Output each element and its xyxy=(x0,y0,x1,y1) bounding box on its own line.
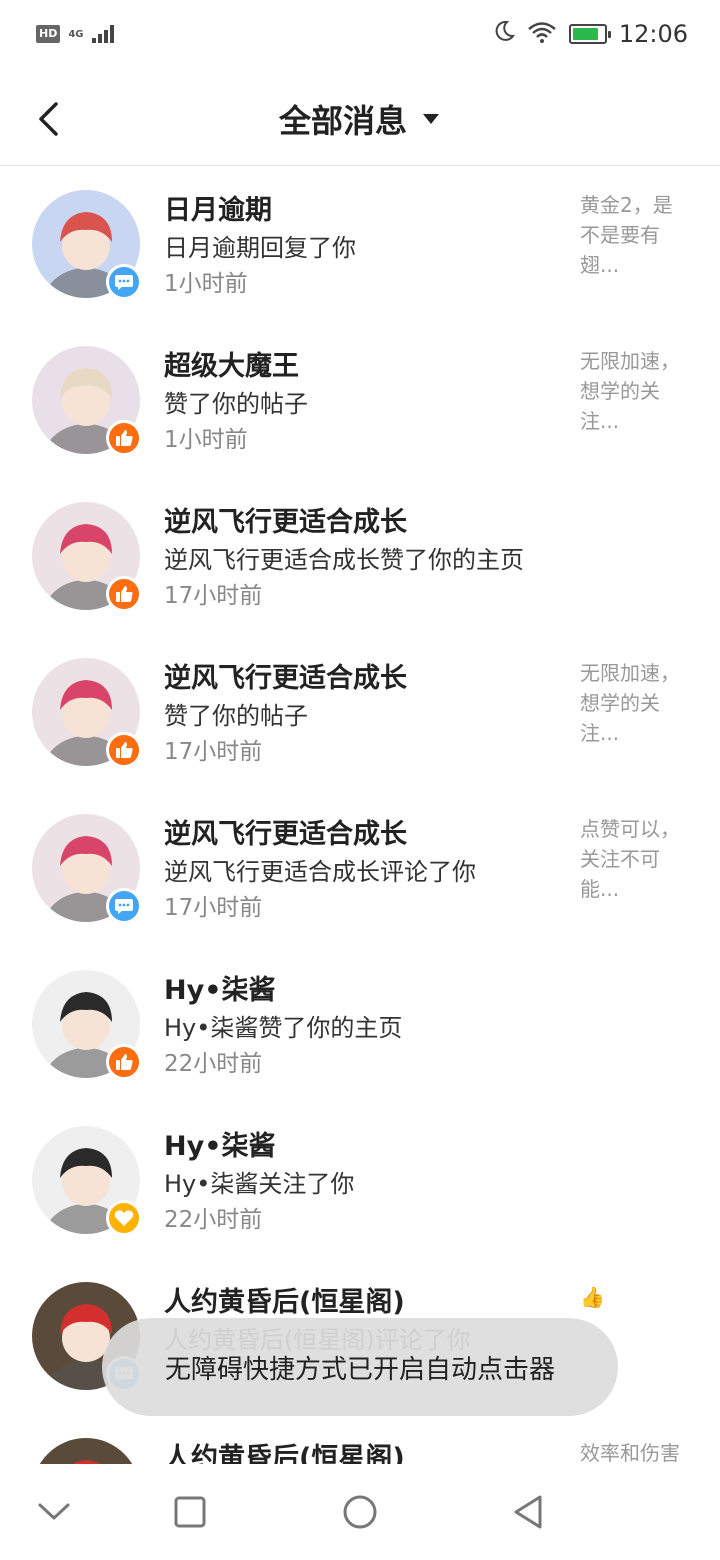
like-badge-icon xyxy=(106,576,142,612)
avatar[interactable] xyxy=(32,346,142,456)
hd-badge: HD xyxy=(36,25,61,43)
message-preview: 👍 xyxy=(580,1285,605,1309)
avatar[interactable] xyxy=(32,1126,142,1236)
do-not-disturb-icon xyxy=(493,20,515,48)
message-time: 17小时前 xyxy=(164,739,263,765)
caret-down-icon xyxy=(423,114,439,124)
sender-name: 逆风飞行更适合成长 xyxy=(164,507,407,538)
message-action: 逆风飞行更适合成长赞了你的主页 xyxy=(164,546,524,574)
home-icon xyxy=(343,1495,377,1529)
sender-name: 逆风飞行更适合成长 xyxy=(164,819,407,850)
status-bar: HD 4G 12:06 xyxy=(0,0,720,72)
message-list[interactable]: 日月逾期日月逾期回复了你 1小时前 黄金2，是不是要有翅... 超级大魔王赞了你的帖子… xyxy=(0,166,720,1464)
avatar[interactable] xyxy=(32,658,142,768)
like-badge-icon xyxy=(106,420,142,456)
avatar[interactable] xyxy=(32,970,142,1080)
like-badge-icon xyxy=(106,732,142,768)
message-action: 赞了你的帖子 xyxy=(164,390,308,418)
message-item[interactable]: 逆风飞行更适合成长逆风飞行更适合成长赞了你的主页 17小时前 xyxy=(0,478,720,634)
comment-badge-icon xyxy=(106,888,142,924)
nav-back-button[interactable] xyxy=(504,1488,552,1536)
status-time: 12:06 xyxy=(618,20,688,48)
sender-name: 逆风飞行更适合成长 xyxy=(164,663,407,694)
sender-name: 人约黄昏后(恒星阁) xyxy=(164,1443,405,1464)
wifi-icon xyxy=(527,21,557,47)
message-time: 17小时前 xyxy=(164,583,263,609)
message-preview: 效率和伤害 xyxy=(580,1441,680,1464)
toast-text: 无障碍快捷方式已开启自动点击器 xyxy=(164,1354,555,1385)
nav-home-button[interactable] xyxy=(336,1488,384,1536)
back-triangle-icon xyxy=(514,1495,542,1529)
message-item[interactable]: Hy•柒酱 Hy•柒酱关注了你 22小时前 xyxy=(0,1102,720,1258)
sender-name: Hy•柒酱 xyxy=(164,1131,276,1162)
message-item[interactable]: 日月逾期日月逾期回复了你 1小时前 黄金2，是不是要有翅... xyxy=(0,166,720,322)
message-action: Hy•柒酱赞了你的主页 xyxy=(164,1014,403,1042)
message-time: 1小时前 xyxy=(164,427,248,453)
avatar[interactable] xyxy=(32,814,142,924)
like-badge-icon xyxy=(106,1044,142,1080)
message-preview: 点赞可以，关注不可能... xyxy=(580,817,680,901)
sender-name: 人约黄昏后(恒星阁) xyxy=(164,1287,405,1318)
follow-badge-icon xyxy=(106,1200,142,1236)
message-item[interactable]: Hy•柒酱 Hy•柒酱赞了你的主页 22小时前 xyxy=(0,946,720,1102)
sender-name: 超级大魔王 xyxy=(164,351,299,382)
system-nav-bar xyxy=(0,1464,720,1560)
sender-name: Hy•柒酱 xyxy=(164,975,276,1006)
message-preview: 黄金2，是不是要有翅... xyxy=(580,193,673,277)
message-item[interactable]: 逆风飞行更适合成长 赞了你的帖子 17小时前 无限加速，想学的关注... xyxy=(0,634,720,790)
avatar-image xyxy=(32,1438,140,1464)
message-time: 1小时前 xyxy=(164,271,248,297)
message-item[interactable]: 人约黄昏后(恒星阁) 效率和伤害 xyxy=(0,1414,720,1464)
message-preview: 无限加速，想学的关注... xyxy=(580,349,680,433)
message-action: 逆风飞行更适合成长评论了你 xyxy=(164,858,476,886)
avatar[interactable] xyxy=(32,502,142,612)
recent-apps-icon xyxy=(174,1496,206,1528)
toast: 无障碍快捷方式已开启自动点击器 xyxy=(102,1318,618,1416)
avatar[interactable] xyxy=(32,1438,140,1464)
avatar[interactable] xyxy=(32,190,142,300)
comment-badge-icon xyxy=(106,264,142,300)
signal-icon xyxy=(91,25,114,43)
nav-collapse-button[interactable] xyxy=(30,1488,78,1536)
message-action: 赞了你的帖子 xyxy=(164,702,308,730)
chevron-down-icon xyxy=(38,1503,70,1520)
battery-icon xyxy=(568,24,611,44)
message-action: 日月逾期回复了你 xyxy=(164,234,356,262)
message-item[interactable]: 逆风飞行更适合成长逆风飞行更适合成长评论了你 17小时前 点赞可以，关注不可能... xyxy=(0,790,720,946)
message-time: 22小时前 xyxy=(164,1051,263,1077)
message-time: 22小时前 xyxy=(164,1207,263,1233)
page-title: 全部消息 xyxy=(278,102,407,140)
message-action: Hy•柒酱关注了你 xyxy=(164,1170,355,1198)
title-dropdown[interactable]: 全部消息 xyxy=(0,96,720,142)
message-preview: 无限加速，想学的关注... xyxy=(580,661,680,745)
message-item[interactable]: 超级大魔王赞了你的帖子 1小时前 无限加速，想学的关注... xyxy=(0,322,720,478)
sender-name: 日月逾期 xyxy=(164,195,272,226)
header: 全部消息 xyxy=(0,72,720,166)
nav-recent-button[interactable] xyxy=(166,1488,214,1536)
network-label: 4G xyxy=(68,28,84,40)
message-time: 17小时前 xyxy=(164,895,263,921)
